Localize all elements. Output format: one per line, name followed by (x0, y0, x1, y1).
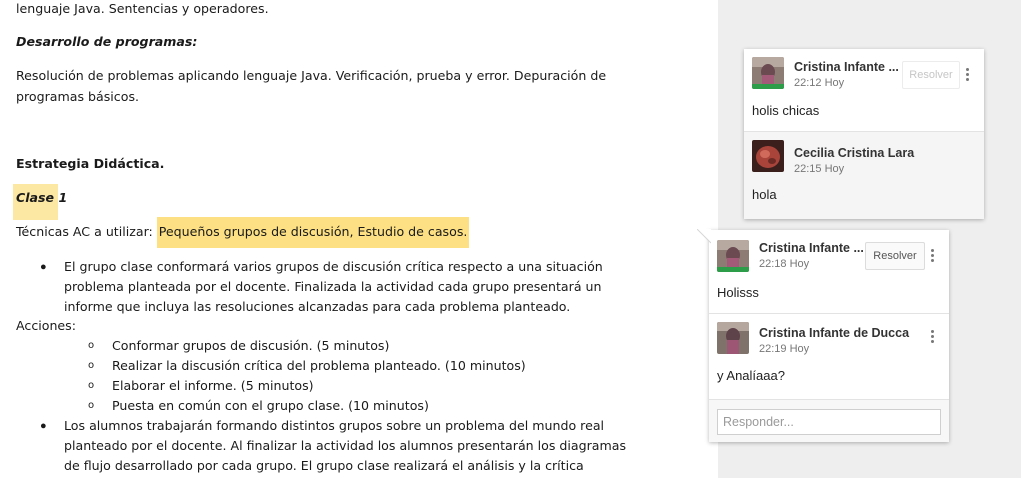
comment-time: 22:15 Hoy (794, 163, 845, 175)
comment: Cristina Infante ... 22:12 Hoy Resolver … (744, 49, 984, 131)
heading-clase: Clase 1 (16, 190, 68, 205)
document-page[interactable]: lenguaje Java. Sentencias y operadores. … (0, 0, 718, 478)
comment-text: holis chicas (752, 103, 820, 118)
avatar (717, 322, 749, 354)
more-options-icon[interactable] (929, 330, 935, 346)
sub-bullet: o (88, 340, 95, 351)
accion-item: Elaborar el informe. (5 minutos) (112, 378, 314, 393)
bullet1-line3: informe que incluya las resoluciones alc… (64, 299, 571, 314)
comment-thread-active[interactable]: Cristina Infante ... 22:18 Hoy Resolver … (697, 229, 949, 442)
avatar (752, 57, 784, 89)
comment-author: Cecilia Cristina Lara (794, 146, 915, 160)
comment-text: hola (752, 187, 777, 202)
avatar (717, 240, 749, 272)
comment-author: Cristina Infante ... (759, 241, 864, 255)
tecnicas-label: Técnicas AC a utilizar: (16, 224, 157, 239)
accion-item: Conformar grupos de discusión. (5 minuto… (112, 338, 390, 353)
reply-input[interactable]: Responder... (717, 409, 941, 435)
resolve-button[interactable]: Resolver (902, 61, 960, 89)
heading-estrategia: Estrategia Didáctica. (16, 156, 165, 171)
comment: Cristina Infante ... 22:18 Hoy Resolver … (709, 230, 949, 313)
heading-desarrollo: Desarrollo de programas: (16, 34, 198, 49)
acciones-label: Acciones: (16, 318, 76, 333)
sub-bullet: o (88, 380, 95, 391)
comment-text: y Analíaaa? (717, 368, 785, 383)
bullet-dot: ● (40, 420, 47, 432)
reply-area: Responder... (709, 399, 949, 442)
paragraph-desarrollo-line1: Resolución de problemas aplicando lengua… (16, 68, 607, 83)
bullet2-line1: Los alumnos trabajarán formando distinto… (64, 418, 605, 433)
accion-item: Puesta en común con el grupo clase. (10 … (112, 398, 429, 413)
comment-text: Holisss (717, 285, 759, 300)
avatar (752, 140, 784, 172)
accion-item: Realizar la discusión crítica del proble… (112, 358, 526, 373)
comment-author: Cristina Infante de Ducca (759, 326, 910, 340)
bullet2-line2: planteado por el docente. Al finalizar l… (64, 438, 627, 453)
comment-time: 22:12 Hoy (794, 77, 845, 89)
comment-time: 22:19 Hoy (759, 343, 810, 355)
comment-reply: Cecilia Cristina Lara 22:15 Hoy hola (744, 131, 984, 219)
comment-time: 22:18 Hoy (759, 258, 810, 270)
bullet-dot: ● (40, 261, 47, 273)
sub-bullet: o (88, 360, 95, 371)
comment-highlight-tecnicas[interactable]: Pequeños grupos de discusión, Estudio de… (156, 217, 470, 248)
resolve-button[interactable]: Resolver (865, 242, 925, 270)
bullet1-line1: El grupo clase conformará varios grupos … (64, 259, 603, 274)
paragraph-tecnicas: Técnicas AC a utilizar: Pequeños grupos … (16, 217, 470, 248)
more-options-icon[interactable] (964, 68, 970, 84)
paragraph-desarrollo-line2: programas básicos. (16, 89, 140, 104)
bullet2-line3: de flujo desarrollado por cada grupo. El… (64, 458, 584, 473)
comment-thread[interactable]: Cristina Infante ... 22:12 Hoy Resolver … (744, 49, 984, 219)
comment-reply: Cristina Infante de Ducca 22:19 Hoy y An… (709, 313, 949, 399)
more-options-icon[interactable] (929, 249, 935, 265)
bullet1-line2: problema planteada por el docente. Final… (64, 279, 602, 294)
sub-bullet: o (88, 400, 95, 411)
comment-author: Cristina Infante ... (794, 60, 899, 74)
paragraph-intro: lenguaje Java. Sentencias y operadores. (16, 1, 269, 16)
